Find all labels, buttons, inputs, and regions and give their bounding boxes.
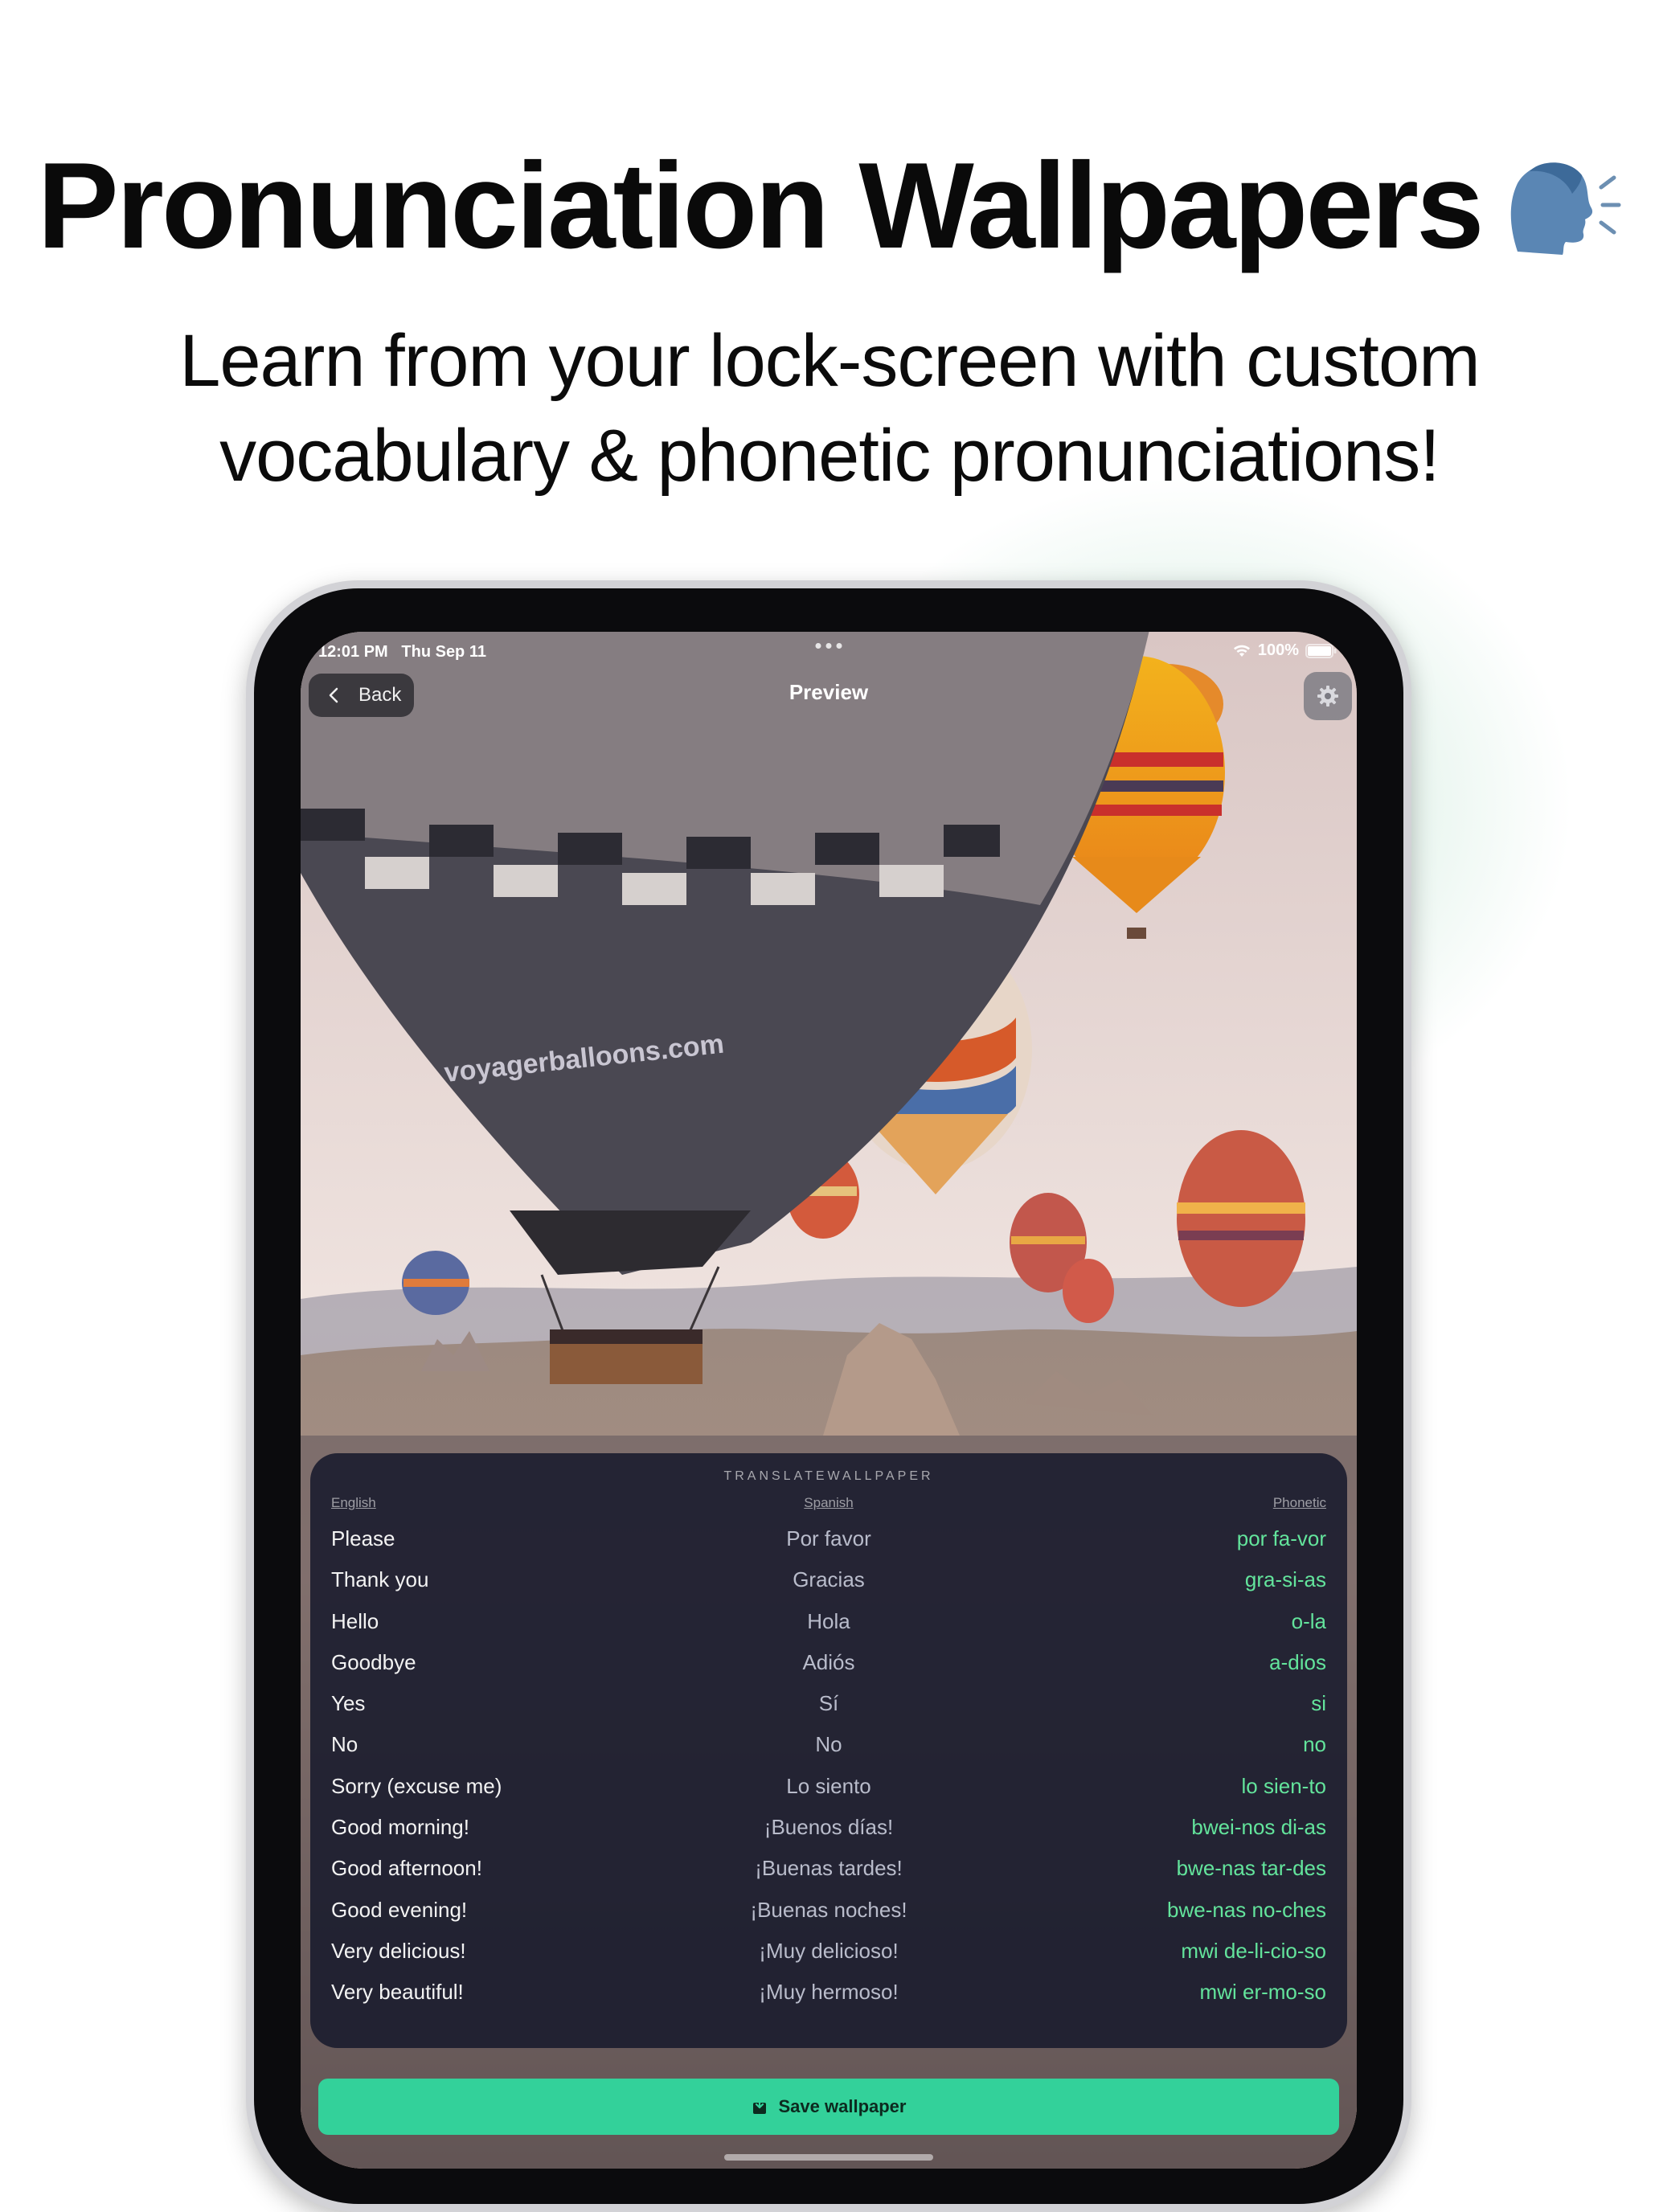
vocabulary-row: Goodbye Adiós a-dios xyxy=(331,1646,1326,1687)
vocabulary-row: Thank you Gracias gra-si-as xyxy=(331,1563,1326,1604)
vocabulary-row: Very delicious! ¡Muy delicioso! mwi de-li-… xyxy=(331,1935,1326,1976)
phonetic-word: bwe-nas tar-des xyxy=(1176,1856,1326,1881)
subtitle-line-2: vocabulary & phonetic pronunciations! xyxy=(219,415,1440,497)
vocabulary-row: Very beautiful! ¡Muy hermoso! mwi er-mo-so xyxy=(331,1976,1326,2017)
vocabulary-row: Good morning! ¡Buenos días! bwei-nos di-as xyxy=(331,1811,1326,1852)
vocabulary-row: Good afternoon! ¡Buenas tardes! bwe-nas ta… xyxy=(331,1852,1326,1893)
vocabulary-row: Sorry (excuse me) Lo siento lo sien-to xyxy=(331,1770,1326,1811)
subtitle-line-1: Learn from your lock-screen with custom xyxy=(179,320,1481,402)
column-header-phonetic: Phonetic xyxy=(1272,1495,1326,1510)
column-header-spanish: Spanish xyxy=(804,1495,854,1510)
spanish-word: ¡Muy hermoso! xyxy=(759,1980,899,2005)
phonetic-word: lo sien-to xyxy=(1241,1773,1327,1798)
vocabulary-row: Hello Hola o-la xyxy=(331,1605,1326,1646)
battery-percentage: 100% xyxy=(1257,641,1299,659)
status-time: 12:01 PM Thu Sep 11 xyxy=(318,643,486,662)
spanish-word: ¡Muy delicioso! xyxy=(759,1938,899,1963)
status-bar: 12:01 PM Thu Sep 11 100% xyxy=(301,632,1357,664)
phonetic-word: mwi de-li-cio-so xyxy=(1181,1938,1326,1963)
battery-icon xyxy=(1305,643,1337,658)
multitasking-dots[interactable] xyxy=(815,643,842,649)
status-right: 100% xyxy=(1232,641,1337,660)
vocabulary-row: No No no xyxy=(331,1728,1326,1769)
page-subtitle: Learn from your lock-screen with custom … xyxy=(80,313,1579,503)
spanish-word: Adiós xyxy=(802,1649,855,1674)
device-screen: voyagerballoons.com 12:01 PM Thu Sep 11 xyxy=(301,632,1357,2169)
phonetic-word: o-la xyxy=(1291,1608,1326,1633)
wifi-icon xyxy=(1233,645,1250,657)
phonetic-word: bwe-nas no-ches xyxy=(1167,1897,1326,1922)
spanish-word: Lo siento xyxy=(786,1773,871,1798)
page-title: Pronunciation Wallpapers xyxy=(0,145,1659,268)
status-date: Thu Sep 11 xyxy=(401,643,486,661)
save-wallpaper-label: Save wallpaper xyxy=(778,2096,907,2116)
phonetic-word: si xyxy=(1311,1691,1326,1716)
phonetic-word: mwi er-mo-so xyxy=(1199,1980,1326,2005)
save-icon xyxy=(752,2098,766,2114)
spanish-word: Por favor xyxy=(786,1526,871,1550)
phonetic-word: bwei-nos di-as xyxy=(1191,1815,1326,1840)
spanish-word: ¡Buenos días! xyxy=(764,1815,894,1840)
spanish-word: Sí xyxy=(818,1691,839,1716)
ipad-bezel: voyagerballoons.com 12:01 PM Thu Sep 11 xyxy=(254,588,1403,2204)
card-brand: TRANSLATEWALLPAPER xyxy=(723,1469,934,1483)
nav-title: Preview xyxy=(789,680,869,704)
page-title-text: Pronunciation Wallpapers xyxy=(37,137,1484,274)
phonetic-word: por fa-vor xyxy=(1236,1526,1326,1550)
vocabulary-list: Please Por favor por fa-vor Thank you Graci… xyxy=(331,1522,1326,2017)
home-indicator[interactable] xyxy=(724,2154,933,2161)
phonetic-word: no xyxy=(1303,1732,1326,1757)
vocabulary-row: Please Por favor por fa-vor xyxy=(331,1522,1326,1563)
vocabulary-row: Yes Sí si xyxy=(331,1687,1326,1728)
settings-button[interactable] xyxy=(1304,672,1352,720)
vocabulary-card: TRANSLATEWALLPAPER English Spanish Phone… xyxy=(310,1453,1347,2048)
vocabulary-row: Good evening! ¡Buenas noches! bwe-nas no-c… xyxy=(331,1894,1326,1935)
phonetic-word: gra-si-as xyxy=(1244,1567,1326,1592)
status-time-value: 12:01 PM xyxy=(318,643,388,661)
spanish-word: Gracias xyxy=(793,1567,865,1592)
gear-icon xyxy=(1317,686,1338,707)
nav-bar: Back Preview xyxy=(301,669,1357,722)
spanish-word: Hola xyxy=(807,1608,850,1633)
ipad-frame: voyagerballoons.com 12:01 PM Thu Sep 11 xyxy=(246,580,1411,2212)
phonetic-word: a-dios xyxy=(1269,1649,1326,1674)
save-wallpaper-button[interactable]: Save wallpaper xyxy=(318,2079,1339,2135)
spanish-word: No xyxy=(815,1732,842,1757)
speaking-head-icon xyxy=(1510,162,1621,255)
